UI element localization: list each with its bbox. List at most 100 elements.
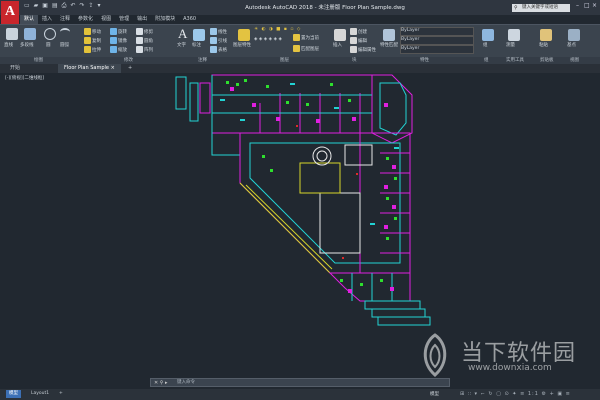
base-icon[interactable]	[568, 29, 580, 41]
search-input[interactable]: ⚲ 键入关键字或短语	[512, 4, 570, 12]
command-line[interactable]: ✕ ⚲ ▸ 键入命令	[150, 378, 450, 387]
maximize-icon[interactable]: □	[584, 2, 590, 9]
add-layout-button[interactable]: +	[56, 390, 66, 398]
status-toggle-icons[interactable]: ⊞ ∷ ▾ ⌐ ↻ ▢ ⊙ ✦ ≡ 1:1 ⚙ + ▣ ≡	[460, 391, 571, 397]
panel-annotation[interactable]: 注释	[198, 57, 207, 64]
measure-tool[interactable]: 测量	[506, 42, 515, 48]
group-icon[interactable]	[482, 29, 494, 41]
linear-tool[interactable]: 线性	[210, 28, 227, 35]
new-tab-button[interactable]: +	[122, 64, 138, 73]
print-icon[interactable]: ⎙	[62, 2, 67, 10]
application-menu-button[interactable]: A	[1, 1, 19, 24]
group-tool[interactable]: 组	[483, 42, 488, 48]
tab-addins[interactable]: 附加模块	[151, 15, 179, 24]
watermark-logo-icon	[423, 333, 447, 377]
tab-floor-plan[interactable]: Floor Plan Sample ×	[58, 64, 121, 73]
close-icon[interactable]: ×	[592, 2, 597, 9]
tab-layout1[interactable]: Layout1	[28, 390, 52, 398]
copy-tool[interactable]: 复制	[84, 37, 101, 44]
tab-a360[interactable]: A360	[179, 15, 200, 24]
close-tab-icon[interactable]: ×	[111, 65, 115, 71]
qat-dropdown-icon[interactable]: ▾	[98, 2, 101, 10]
insert-icon[interactable]	[334, 29, 346, 41]
set-current-tool[interactable]: 置为当前	[293, 34, 319, 41]
polyline-tool[interactable]: 多段线	[20, 42, 34, 48]
leader-tool[interactable]: 引线	[210, 37, 227, 44]
match-layer-tool[interactable]: 匹配图层	[293, 45, 319, 52]
tab-floor-plan-label: Floor Plan Sample	[64, 65, 110, 71]
create-tool[interactable]: 创建	[350, 28, 367, 35]
save-icon[interactable]: ▣	[42, 2, 48, 10]
dimension-icon[interactable]	[193, 29, 205, 41]
text-tool[interactable]: 文字	[177, 42, 186, 48]
move-tool[interactable]: 移动	[84, 28, 101, 35]
match-properties-icon[interactable]	[383, 29, 395, 41]
layer-properties-icon[interactable]	[238, 29, 250, 41]
measure-icon[interactable]	[508, 29, 520, 41]
layer-state-icons[interactable]: ☀ ◐ ◑ ■ ▪ ▫ ◇	[254, 27, 301, 32]
layer-properties-tool[interactable]: 图层特性	[233, 42, 251, 48]
mirror-icon	[110, 37, 117, 44]
text-icon[interactable]: A	[178, 26, 187, 42]
fillet-tool[interactable]: 圆角	[136, 37, 153, 44]
panel-clipboard[interactable]: 剪贴板	[540, 57, 554, 64]
layer-state-row-icons[interactable]: ◈ ◈ ◈ ◈ ◈ ◈	[254, 37, 282, 42]
panel-layers[interactable]: 图层	[280, 57, 289, 64]
color-dropdown[interactable]: ByLayer	[400, 27, 474, 36]
share-icon[interactable]: ⇪	[89, 2, 94, 10]
trim-tool[interactable]: 修剪	[136, 28, 153, 35]
linetype-dropdown[interactable]: ByLayer	[400, 36, 474, 45]
dimension-tool[interactable]: 标注	[192, 42, 201, 48]
insert-tool[interactable]: 插入	[333, 42, 342, 48]
line-icon[interactable]	[6, 28, 18, 40]
stretch-label: 拉伸	[92, 48, 101, 53]
circle-tool[interactable]: 圆	[46, 42, 51, 48]
undo-icon[interactable]: ↶	[70, 2, 75, 10]
panel-properties[interactable]: 特性	[420, 57, 429, 64]
new-icon[interactable]: ▭	[24, 2, 30, 10]
arc-icon[interactable]	[60, 28, 70, 36]
array-tool[interactable]: 阵列	[136, 46, 153, 53]
tab-parametric[interactable]: 参数化	[74, 15, 97, 24]
tab-start[interactable]: 开始	[4, 64, 26, 73]
create-label: 创建	[358, 30, 367, 35]
tab-manage[interactable]: 管理	[115, 15, 133, 24]
stretch-tool[interactable]: 拉伸	[84, 46, 101, 53]
stretch-icon	[84, 46, 91, 53]
lineweight-dropdown[interactable]: ByLayer	[400, 45, 474, 54]
save-as-icon[interactable]: ▤	[52, 2, 58, 10]
tab-view[interactable]: 视图	[97, 15, 115, 24]
redo-icon[interactable]: ↷	[79, 2, 84, 10]
status-model-label[interactable]: 模型	[430, 391, 439, 397]
tab-insert[interactable]: 插入	[38, 15, 56, 24]
panel-draw[interactable]: 绘图	[34, 57, 43, 64]
quick-access-toolbar: ▭ ▰ ▣ ▤ ⎙ ↶ ↷ ⇪ ▾	[24, 2, 101, 10]
scale-tool[interactable]: 缩放	[110, 46, 127, 53]
panel-groups[interactable]: 组	[484, 57, 489, 64]
set-current-label: 置为当前	[301, 36, 319, 41]
tab-home[interactable]: 默认	[20, 15, 39, 24]
table-tool[interactable]: 表格	[210, 46, 227, 53]
rotate-tool[interactable]: 旋转	[110, 28, 127, 35]
open-icon[interactable]: ▰	[34, 2, 39, 10]
panel-utilities[interactable]: 实用工具	[506, 57, 524, 64]
tab-output[interactable]: 输出	[133, 15, 151, 24]
line-tool[interactable]: 直线	[4, 42, 13, 48]
base-tool[interactable]: 基点	[567, 42, 576, 48]
paste-tool[interactable]: 粘贴	[539, 42, 548, 48]
tab-model[interactable]: 模型	[6, 390, 21, 398]
edit-tool[interactable]: 编辑	[350, 37, 367, 44]
circle-icon[interactable]	[44, 28, 56, 40]
panel-view[interactable]: 视图	[570, 57, 579, 64]
panel-block[interactable]: 块	[352, 57, 357, 64]
edit-attributes-tool[interactable]: 编辑属性	[350, 46, 376, 53]
arc-tool[interactable]: 圆弧	[60, 42, 69, 48]
paste-icon[interactable]	[540, 29, 552, 41]
match-properties-tool[interactable]: 特性匹配	[380, 42, 398, 48]
tab-annotate[interactable]: 注释	[56, 15, 74, 24]
mirror-tool[interactable]: 镜像	[110, 37, 127, 44]
polyline-icon[interactable]	[24, 28, 36, 40]
panel-modify[interactable]: 修改	[124, 57, 133, 64]
command-close-icon[interactable]: ✕ ⚲ ▸	[154, 379, 168, 387]
minimize-icon[interactable]: –	[576, 2, 579, 9]
